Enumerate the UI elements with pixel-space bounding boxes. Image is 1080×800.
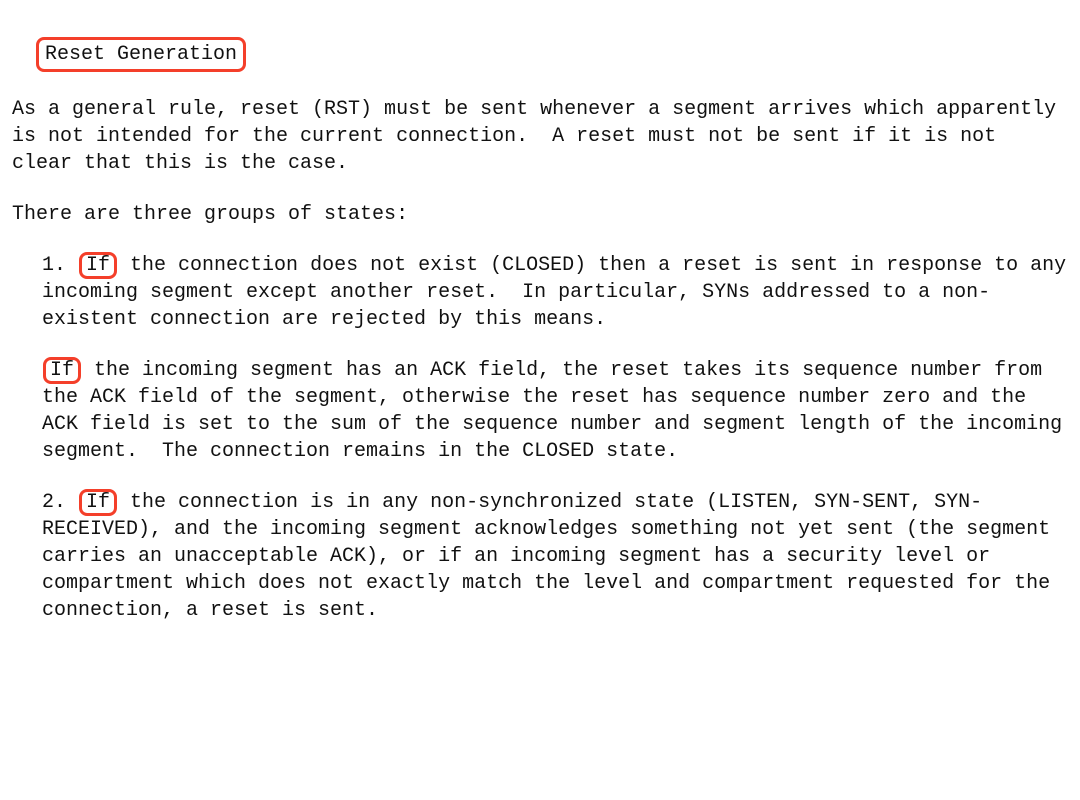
list-item-2: 2. If the connection is in any non-synch… — [42, 489, 1068, 624]
highlight-box: If — [79, 489, 117, 516]
list-item-2-body: the connection is in any non-synchronize… — [42, 491, 1062, 622]
highlight-box: If — [79, 252, 117, 279]
section-heading: Reset Generation — [36, 37, 246, 72]
list-item-1-subparagraph: If the incoming segment has an ACK field… — [42, 357, 1068, 465]
list-marker: 2. — [42, 491, 78, 514]
intro-paragraph-2: There are three groups of states: — [12, 201, 1068, 228]
intro-paragraph-1: As a general rule, reset (RST) must be s… — [12, 96, 1068, 177]
list-item-1-sub-body: the incoming segment has an ACK field, t… — [42, 359, 1074, 463]
list-marker: 1. — [42, 254, 78, 277]
list-item-1-body: the connection does not exist (CLOSED) t… — [42, 254, 1078, 331]
highlight-box: If — [43, 357, 81, 384]
list-item-1: 1. If the connection does not exist (CLO… — [42, 252, 1068, 333]
